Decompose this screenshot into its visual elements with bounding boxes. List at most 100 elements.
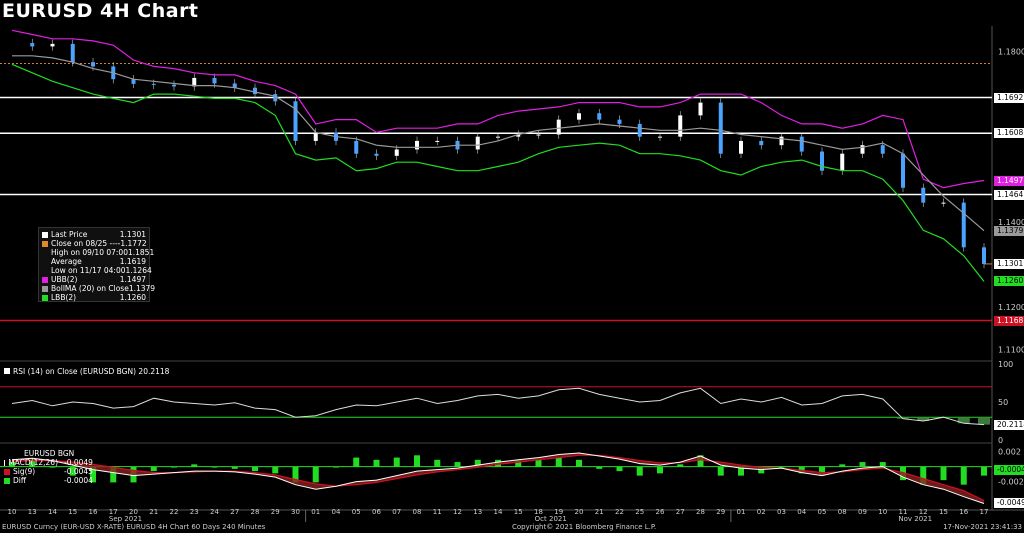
x-tick-label: 10 [8, 508, 17, 516]
macd-legend-label: MACD(12,26) [8, 458, 58, 467]
macd-tick-label: -0.002 [998, 478, 1024, 487]
legend-label: High on 09/10 07:00 [51, 248, 128, 257]
price-tag: 1.1497 [994, 175, 1024, 186]
x-tick-label: 01 [737, 508, 746, 516]
legend-label: Last Price [51, 230, 88, 239]
candle-body [658, 136, 662, 138]
price-tag: 1.1692 [994, 92, 1024, 103]
macd-legend-label: Sig(9) [13, 467, 36, 476]
candle-body [151, 83, 156, 85]
x-tick-label: 20 [575, 508, 584, 516]
legend-label: Low on 11/17 04:00 [51, 266, 126, 275]
candle-body [880, 145, 885, 154]
price-tag: 1.1301 [994, 258, 1024, 269]
x-tick-label: 08 [413, 508, 422, 516]
macd-histogram-bar [859, 462, 866, 467]
candle-body [739, 140, 743, 154]
x-tick-label: 15 [68, 508, 77, 516]
candle-body [435, 140, 440, 142]
macd-histogram-bar [150, 466, 157, 472]
x-tick-label: 27 [230, 508, 239, 516]
legend-value: 1.1264 [125, 266, 152, 275]
macd-histogram-bar [535, 459, 542, 467]
rsi-value-tag: 20.2118 [994, 419, 1024, 430]
x-tick-label: 27 [676, 508, 685, 516]
price-tick-label: 1.1200 [998, 303, 1024, 312]
macd-legend-row: Sig(9) -0.0045 [4, 467, 93, 476]
candle-body [577, 113, 581, 120]
x-tick-label: 05 [818, 508, 827, 516]
candle-body [961, 202, 966, 248]
candle-body [799, 136, 804, 152]
x-tick-label: 25 [635, 508, 644, 516]
chart-canvas: 1.18001.14001.12001.11001005000.002-0.00… [0, 26, 1024, 523]
x-tick-label: 15 [514, 508, 523, 516]
price-tag: 1.1608 [994, 128, 1024, 139]
candle-body [172, 84, 176, 87]
legend-swatch [42, 285, 48, 292]
candle-body [536, 134, 541, 136]
series-line-ubb-2- [11, 29, 985, 189]
macd-histogram-bar [879, 462, 886, 467]
legend-value: 1.1301 [119, 230, 146, 239]
candle-body [840, 153, 845, 171]
candle-body [30, 43, 35, 47]
price-tag: 1.1168 [994, 315, 1024, 326]
rsi-legend: RSI (14) on Close (EURUSD BGN) 20.2118 [4, 367, 169, 376]
price-tick-label: 1.1800 [998, 48, 1024, 57]
macd-histogram-bar [414, 455, 420, 467]
series-line-bollma-20-on-close [12, 55, 985, 232]
macd-tick-label: 0.002 [998, 448, 1021, 457]
legend-value: 1.1379 [128, 284, 156, 293]
footer-timestamp: 17-Nov-2021 23:41:33 [943, 523, 1022, 531]
macd-legend-value: -0.0045 [64, 467, 93, 476]
x-tick-label: 26 [656, 508, 665, 516]
x-tick-label: 14 [48, 508, 57, 516]
macd-histogram-bar [839, 464, 846, 467]
macd-histogram-bar [393, 457, 400, 467]
rsi-tick-label: 0 [998, 436, 1003, 445]
macd-legend-swatch [4, 468, 10, 475]
legend-swatch [42, 231, 48, 238]
x-tick-label: 23 [190, 508, 199, 516]
candle-body [779, 136, 784, 146]
legend-row: BollMA (20) on Close 1.1379 [42, 284, 155, 293]
candle-body [394, 149, 399, 156]
legend-label: Close on 08/25 ---- [51, 239, 121, 248]
legend-value: 1.1619 [119, 257, 146, 266]
x-tick-label: 16 [89, 508, 98, 516]
macd-histogram-bar [717, 466, 724, 476]
legend-value: 1.1497 [119, 275, 146, 284]
candle-body [637, 123, 642, 137]
macd-histogram-bar [373, 459, 380, 467]
x-tick-label: 29 [716, 508, 725, 516]
legend-value: 1.1260 [119, 293, 146, 302]
price-tag: 1.1464 [994, 189, 1024, 200]
macd-legend: EURUSD BGN MACD(12,26) -0.0049 Sig(9) -0.004… [4, 449, 93, 485]
candle-body [678, 115, 683, 137]
candle-body [941, 202, 946, 204]
legend-row: LBB(2) 1.1260 [42, 293, 146, 302]
x-tick-label: 11 [433, 508, 442, 516]
macd-legend-value: -0.0049 [64, 458, 93, 467]
macd-legend-row: MACD(12,26) -0.0049 [4, 458, 93, 467]
candle-body [921, 187, 926, 203]
macd-legend-swatch [4, 459, 6, 466]
legend-label: BollMA (20) on Close [51, 284, 129, 293]
x-tick-label: 09 [858, 508, 867, 516]
x-tick-label: 12 [453, 508, 462, 516]
x-tick-label: 01 [311, 508, 320, 516]
macd-histogram-bar [231, 466, 238, 469]
x-tick-label: 16 [959, 508, 968, 516]
macd-histogram-bar [272, 466, 279, 474]
candle-body [475, 136, 480, 150]
macd-histogram-bar [353, 457, 360, 467]
x-tick-label: 30 [291, 508, 300, 516]
candle-body [496, 136, 500, 138]
candle-body [50, 43, 55, 47]
legend-value: 1.1851 [127, 248, 155, 257]
candle-body [374, 153, 379, 156]
candle-body [415, 140, 419, 150]
candle-body [91, 62, 95, 67]
rsi-tick-label: 50 [998, 398, 1008, 407]
